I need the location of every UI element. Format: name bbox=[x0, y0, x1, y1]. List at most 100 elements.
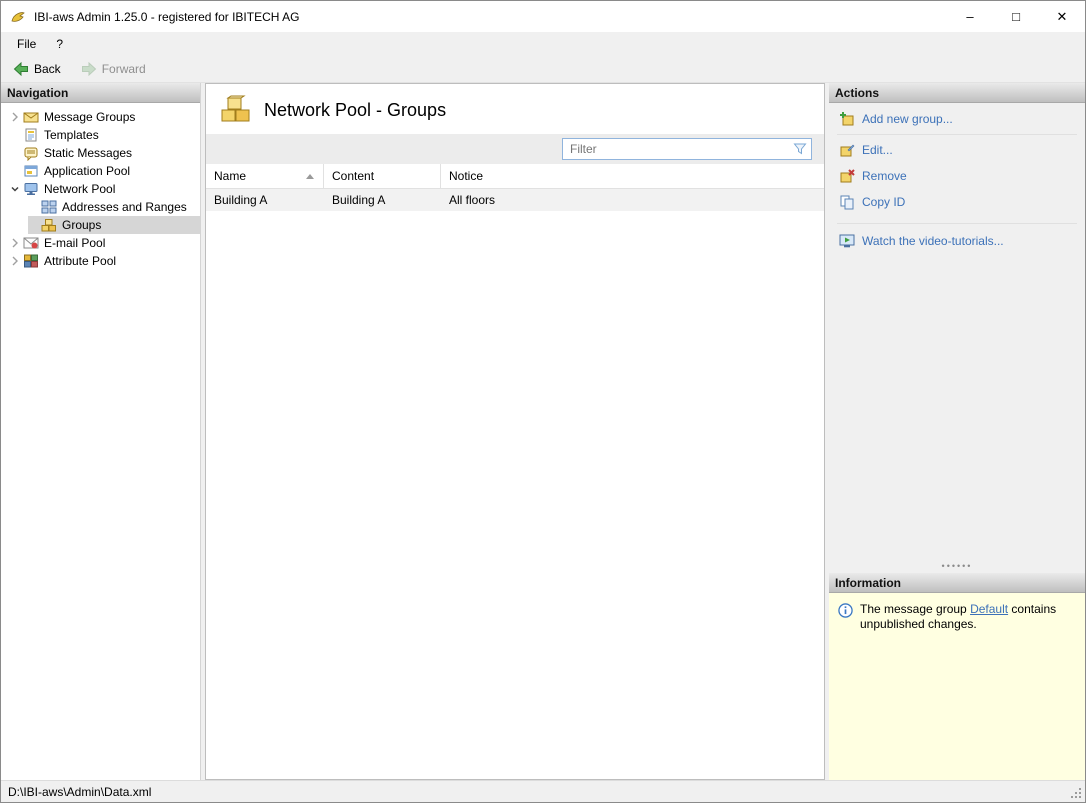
minimize-button[interactable]: – bbox=[947, 1, 993, 32]
table-header: Name Content Notice bbox=[206, 164, 824, 189]
nav-item-label: Addresses and Ranges bbox=[62, 200, 187, 214]
cell-notice: All floors bbox=[449, 193, 496, 207]
filter-box bbox=[562, 138, 812, 160]
remove-link[interactable]: Remove bbox=[829, 163, 1085, 189]
column-header-label: Name bbox=[214, 169, 247, 183]
column-header-content[interactable]: Content bbox=[324, 164, 441, 188]
app-logo-icon bbox=[10, 9, 26, 25]
chevron-right-icon[interactable] bbox=[7, 238, 23, 248]
nav-item-static-messages[interactable]: Static Messages bbox=[1, 144, 200, 162]
page-title: Network Pool - Groups bbox=[264, 99, 447, 120]
column-header-label: Content bbox=[332, 169, 375, 183]
info-text-before: The message group bbox=[860, 602, 971, 616]
actions-section: Actions Add new group... Edit... Remove bbox=[829, 83, 1085, 573]
copy-id-icon bbox=[839, 194, 855, 210]
templates-icon bbox=[23, 127, 40, 143]
nav-item-groups[interactable]: Groups bbox=[1, 216, 200, 234]
nav-item-network-pool[interactable]: Network Pool bbox=[1, 180, 200, 198]
menu-file[interactable]: File bbox=[7, 34, 46, 54]
resize-grip[interactable] bbox=[1070, 787, 1083, 800]
chevron-right-icon[interactable] bbox=[7, 256, 23, 266]
actions-separator bbox=[837, 223, 1077, 224]
nav-item-label: Application Pool bbox=[44, 164, 131, 178]
back-arrow-icon bbox=[13, 61, 29, 77]
cell-name: Building A bbox=[214, 193, 268, 207]
menubar: File ? bbox=[1, 32, 1085, 55]
nav-item-label: Attribute Pool bbox=[44, 254, 117, 268]
information-section: Information The message group Default co… bbox=[829, 573, 1085, 780]
nav-item-templates[interactable]: Templates bbox=[1, 126, 200, 144]
main-panel: Network Pool - Groups Name Content bbox=[205, 83, 825, 780]
information-header: Information bbox=[829, 573, 1085, 593]
back-button[interactable]: Back bbox=[9, 59, 65, 79]
network-pool-icon bbox=[23, 181, 40, 197]
nav-item-label: Message Groups bbox=[44, 110, 136, 124]
close-button[interactable]: ✕ bbox=[1039, 1, 1085, 32]
navigation-panel: Navigation Message Groups Templates Stat… bbox=[1, 83, 201, 780]
message-groups-icon bbox=[23, 109, 40, 125]
chevron-down-icon[interactable] bbox=[7, 184, 23, 194]
nav-item-label: Templates bbox=[44, 128, 99, 142]
nav-item-attribute-pool[interactable]: Attribute Pool bbox=[1, 252, 200, 270]
filter-strip bbox=[206, 134, 824, 164]
back-button-label: Back bbox=[34, 61, 61, 76]
default-group-link[interactable]: Default bbox=[970, 602, 1008, 616]
add-new-group-link[interactable]: Add new group... bbox=[829, 106, 1085, 132]
action-label: Copy ID bbox=[862, 195, 906, 209]
nav-item-email-pool[interactable]: E-mail Pool bbox=[1, 234, 200, 252]
email-pool-icon bbox=[23, 235, 40, 251]
actions-list: Add new group... Edit... Remove Copy ID bbox=[829, 103, 1085, 573]
forward-button[interactable]: Forward bbox=[77, 59, 150, 79]
nav-item-label: Network Pool bbox=[44, 182, 116, 196]
actions-header: Actions bbox=[829, 83, 1085, 103]
copy-id-link[interactable]: Copy ID bbox=[829, 189, 1085, 215]
window-controls: – □ ✕ bbox=[947, 1, 1085, 32]
nav-item-label: Static Messages bbox=[44, 146, 133, 160]
information-message: The message group Default contains unpub… bbox=[860, 602, 1065, 632]
action-label: Add new group... bbox=[862, 112, 953, 126]
addresses-and-ranges-icon bbox=[41, 199, 58, 215]
panel-splitter-grip[interactable]: •••••• bbox=[829, 559, 1085, 573]
watch-video-tutorials-link[interactable]: Watch the video-tutorials... bbox=[829, 228, 1085, 254]
static-messages-icon bbox=[23, 145, 40, 161]
forward-arrow-icon bbox=[81, 61, 97, 77]
maximize-button[interactable]: □ bbox=[993, 1, 1039, 32]
navigation-tree: Message Groups Templates Static Messages… bbox=[1, 103, 200, 270]
add-group-icon bbox=[839, 111, 855, 127]
filter-funnel-icon[interactable] bbox=[792, 141, 808, 157]
titlebar: IBI-aws Admin 1.25.0 - registered for IB… bbox=[1, 1, 1085, 32]
table-row[interactable]: Building A Building A All floors bbox=[206, 189, 824, 211]
menu-help[interactable]: ? bbox=[46, 34, 73, 54]
cell-content: Building A bbox=[332, 193, 386, 207]
chevron-right-icon[interactable] bbox=[7, 112, 23, 122]
attribute-pool-icon bbox=[23, 253, 40, 269]
information-body: The message group Default contains unpub… bbox=[829, 593, 1085, 780]
nav-item-addresses-and-ranges[interactable]: Addresses and Ranges bbox=[1, 198, 200, 216]
info-icon bbox=[838, 603, 853, 618]
actions-separator bbox=[837, 134, 1077, 135]
action-label: Edit... bbox=[862, 143, 893, 157]
toolbar: Back Forward bbox=[1, 55, 1085, 83]
nav-item-message-groups[interactable]: Message Groups bbox=[1, 108, 200, 126]
application-pool-icon bbox=[23, 163, 40, 179]
edit-group-icon bbox=[839, 142, 855, 158]
remove-group-icon bbox=[839, 168, 855, 184]
column-header-name[interactable]: Name bbox=[206, 164, 324, 188]
nav-item-label: E-mail Pool bbox=[44, 236, 106, 250]
content-area: Navigation Message Groups Templates Stat… bbox=[1, 83, 1085, 780]
nav-item-label: Groups bbox=[62, 218, 102, 232]
column-header-notice[interactable]: Notice bbox=[441, 164, 824, 188]
action-label: Watch the video-tutorials... bbox=[862, 234, 1004, 248]
right-panel: Actions Add new group... Edit... Remove bbox=[829, 83, 1085, 780]
window-title: IBI-aws Admin 1.25.0 - registered for IB… bbox=[34, 9, 300, 24]
video-tutorials-icon bbox=[839, 233, 855, 249]
navigation-header: Navigation bbox=[1, 83, 200, 103]
action-label: Remove bbox=[862, 169, 907, 183]
column-header-label: Notice bbox=[449, 169, 484, 183]
app-window: IBI-aws Admin 1.25.0 - registered for IB… bbox=[0, 0, 1086, 803]
nav-item-application-pool[interactable]: Application Pool bbox=[1, 162, 200, 180]
sort-ascending-icon bbox=[305, 172, 315, 181]
network-pool-groups-icon bbox=[220, 95, 252, 125]
edit-link[interactable]: Edit... bbox=[829, 137, 1085, 163]
filter-input[interactable] bbox=[562, 138, 812, 160]
